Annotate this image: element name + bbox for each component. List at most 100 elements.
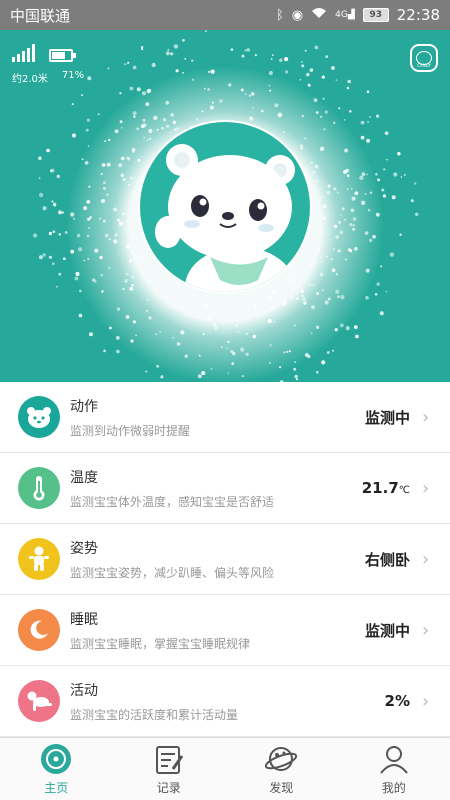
item-value: 2% (385, 692, 410, 710)
sparkle-dot (107, 67, 110, 70)
baby-posture-icon (29, 546, 49, 571)
sparkle-dot (301, 61, 303, 63)
item-desc: 监测宝宝体外温度，感知宝宝是否舒适 (70, 494, 275, 509)
sparkle-dot (165, 51, 170, 56)
status-icons: ᛒ ◉ 4G▟ 93 22:38 (276, 6, 440, 24)
value-text: 右侧卧 (364, 550, 410, 569)
item-value: 监测中 (365, 620, 410, 641)
hero-panel: 约2.0米 71% CANDY (0, 30, 450, 382)
status-bar: 中国联通 ᛒ ◉ 4G▟ 93 22:38 (0, 0, 450, 30)
list-item-temperature[interactable]: 温度 监测宝宝体外温度，感知宝宝是否舒适 21.7℃ › (0, 453, 450, 524)
sparkle-dot (38, 156, 42, 160)
sparkle-dot (376, 114, 380, 118)
sparkle-dot (87, 76, 92, 81)
candy-device-button[interactable]: CANDY (410, 44, 438, 72)
discover-icon (265, 746, 298, 771)
list-item-posture[interactable]: 姿势 监测宝宝姿势，减少趴睡、偏头等风险 右侧卧 › (0, 524, 450, 595)
polar-bear-icon (155, 144, 295, 292)
tab-record[interactable]: 记录 (113, 738, 226, 800)
sparkle-dot (241, 54, 245, 58)
bluetooth-icon: ᛒ (275, 7, 284, 23)
tab-label: 发现 (269, 780, 294, 795)
tab-home[interactable]: 主页 (0, 738, 113, 800)
list-item-sleep[interactable]: 睡眠 监测宝宝睡眠，掌握宝宝睡眠规律 监测中 › (0, 595, 450, 666)
sparkle-dot (355, 334, 359, 339)
sparkle-dot (306, 72, 310, 77)
sparkle-dot (55, 285, 58, 288)
sparkle-dot (335, 79, 338, 82)
sparkle-dot (230, 48, 234, 51)
sparkle-dot (304, 49, 307, 52)
sparkle-dot (33, 233, 38, 238)
sparkle-dot (346, 86, 350, 90)
item-desc: 监测宝宝姿势，减少趴睡、偏头等风险 (70, 565, 275, 580)
sparkle-dot (254, 54, 257, 57)
posture-icon-badge (18, 538, 60, 580)
sparkle-dot (132, 65, 137, 70)
item-value: 监测中 (365, 407, 410, 428)
monitor-list: 动作 监测到动作微弱时提醒 监测中 › 温度 监测宝宝体外温度，感知宝宝是否舒适… (0, 382, 450, 737)
sparkle-dot (279, 58, 283, 62)
sparkle-dot (167, 48, 170, 51)
sparkle-dot (49, 169, 53, 172)
value-text: 2% (384, 692, 410, 710)
sparkle-dot (410, 199, 414, 203)
sparkle-dot (397, 152, 401, 156)
sparkle-dot (270, 58, 273, 60)
sparkle-dot (315, 370, 319, 374)
eye-icon: ◉ (291, 7, 304, 23)
sparkle-dot (182, 39, 185, 42)
chevron-right-icon: › (422, 690, 430, 712)
phone-battery-icon: 93 (362, 8, 389, 22)
sparkle-dot (81, 94, 84, 97)
sparkle-dot (369, 116, 371, 118)
record-icon (155, 745, 183, 774)
sparkle-dot (173, 44, 179, 49)
sparkle-dot (191, 59, 194, 62)
sparkle-dot (42, 206, 47, 211)
sparkle-dot (415, 212, 419, 216)
sparkle-dot (321, 75, 325, 79)
item-title: 睡眠 (70, 611, 98, 628)
sparkle-dot (399, 233, 402, 236)
item-title: 活动 (70, 682, 98, 699)
profile-icon (379, 745, 408, 774)
sparkle-dot (71, 103, 74, 106)
sparkle-dot (379, 311, 384, 316)
candy-label: CANDY (417, 63, 431, 68)
cell-signal-icon: 4G▟ (335, 10, 355, 20)
tab-profile[interactable]: 我的 (338, 738, 450, 800)
sparkle-dot (48, 255, 53, 259)
list-item-activity[interactable]: 活动 监测宝宝的活跃度和累计活动量 2% › (0, 666, 450, 737)
sparkle-dot (400, 176, 403, 178)
device-battery-icon (49, 49, 76, 62)
value-text: 21.7 (361, 479, 399, 497)
sparkle-dot (347, 79, 352, 84)
value-unit: ℃ (398, 485, 410, 496)
list-item-motion[interactable]: 动作 监测到动作微弱时提醒 监测中 › (0, 382, 450, 453)
sparkle-dot (151, 62, 156, 68)
baby-avatar[interactable] (138, 120, 312, 294)
sparkle-dot (184, 58, 187, 60)
device-status (12, 44, 76, 62)
chevron-right-icon: › (422, 477, 430, 499)
sparkle-dot (205, 30, 207, 32)
tab-discover[interactable]: 发现 (225, 738, 338, 800)
value-text: 监测中 (364, 621, 410, 640)
sparkle-dot (384, 131, 389, 135)
sparkle-dot (38, 192, 44, 198)
chevron-right-icon: › (422, 406, 430, 428)
item-value: 21.7℃ (362, 479, 410, 497)
sparkle-dot (38, 177, 41, 180)
item-title: 姿势 (70, 540, 98, 557)
sparkle-dot (309, 68, 314, 72)
tab-label: 我的 (381, 780, 406, 795)
sparkle-dot (366, 90, 370, 93)
network-type: 4G (335, 10, 348, 20)
sparkle-dot (46, 148, 50, 153)
sparkle-dot (325, 55, 329, 58)
clock: 22:38 (396, 6, 440, 24)
sparkle-dot (38, 255, 43, 260)
sparkle-dot (127, 61, 130, 64)
thermometer-icon (33, 476, 45, 501)
